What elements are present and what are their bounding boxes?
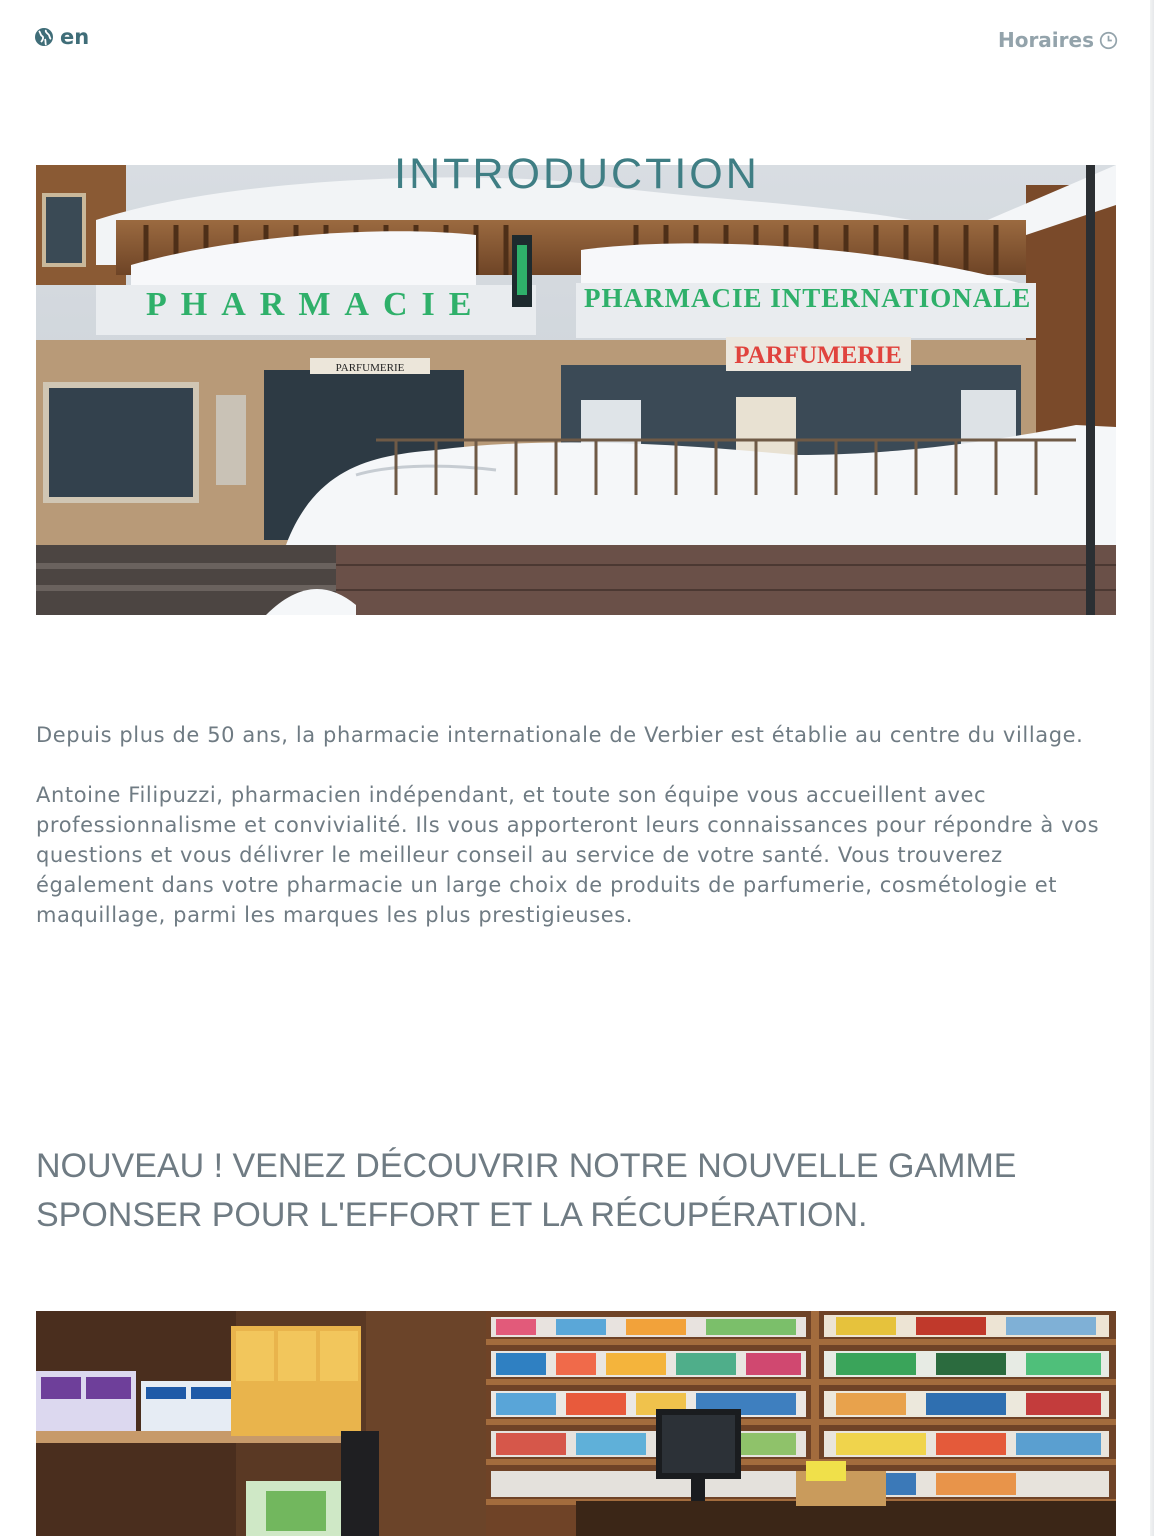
globe-icon — [34, 27, 54, 47]
promo-heading: NOUVEAU ! VENEZ DÉCOUVRIR NOTRE NOUVELLE… — [36, 1147, 1017, 1234]
clock-icon — [1099, 31, 1118, 50]
intro-paragraph-1: Depuis plus de 50 ans, la pharmacie inte… — [36, 723, 1084, 747]
pharmacy-storefront-photo: PHARMACIE PHARMACIE INTERNATIONALE PARFU… — [36, 165, 1116, 615]
intro-text: Depuis plus de 50 ans, la pharmacie inte… — [36, 720, 1116, 960]
intro-heading: INTRODUCTION — [394, 150, 760, 198]
language-switcher[interactable]: en — [34, 24, 89, 50]
hours-label: Horaires — [997, 28, 1094, 52]
sign-pharmacie: PHARMACIE — [146, 286, 485, 323]
sign-pharmacie-internationale: PHARMACIE INTERNATIONALE — [584, 283, 1031, 313]
sign-parfumerie-small: PARFUMERIE — [336, 362, 405, 374]
language-label: en — [60, 25, 90, 49]
sign-parfumerie: PARFUMERIE — [734, 342, 902, 369]
hours-link[interactable]: Horaires — [998, 26, 1118, 54]
intro-paragraph-2: Antoine Filipuzzi, pharmacien indépendan… — [36, 783, 1100, 927]
pharmacy-interior-photo — [36, 1311, 1116, 1536]
page-edge — [1150, 0, 1154, 1536]
